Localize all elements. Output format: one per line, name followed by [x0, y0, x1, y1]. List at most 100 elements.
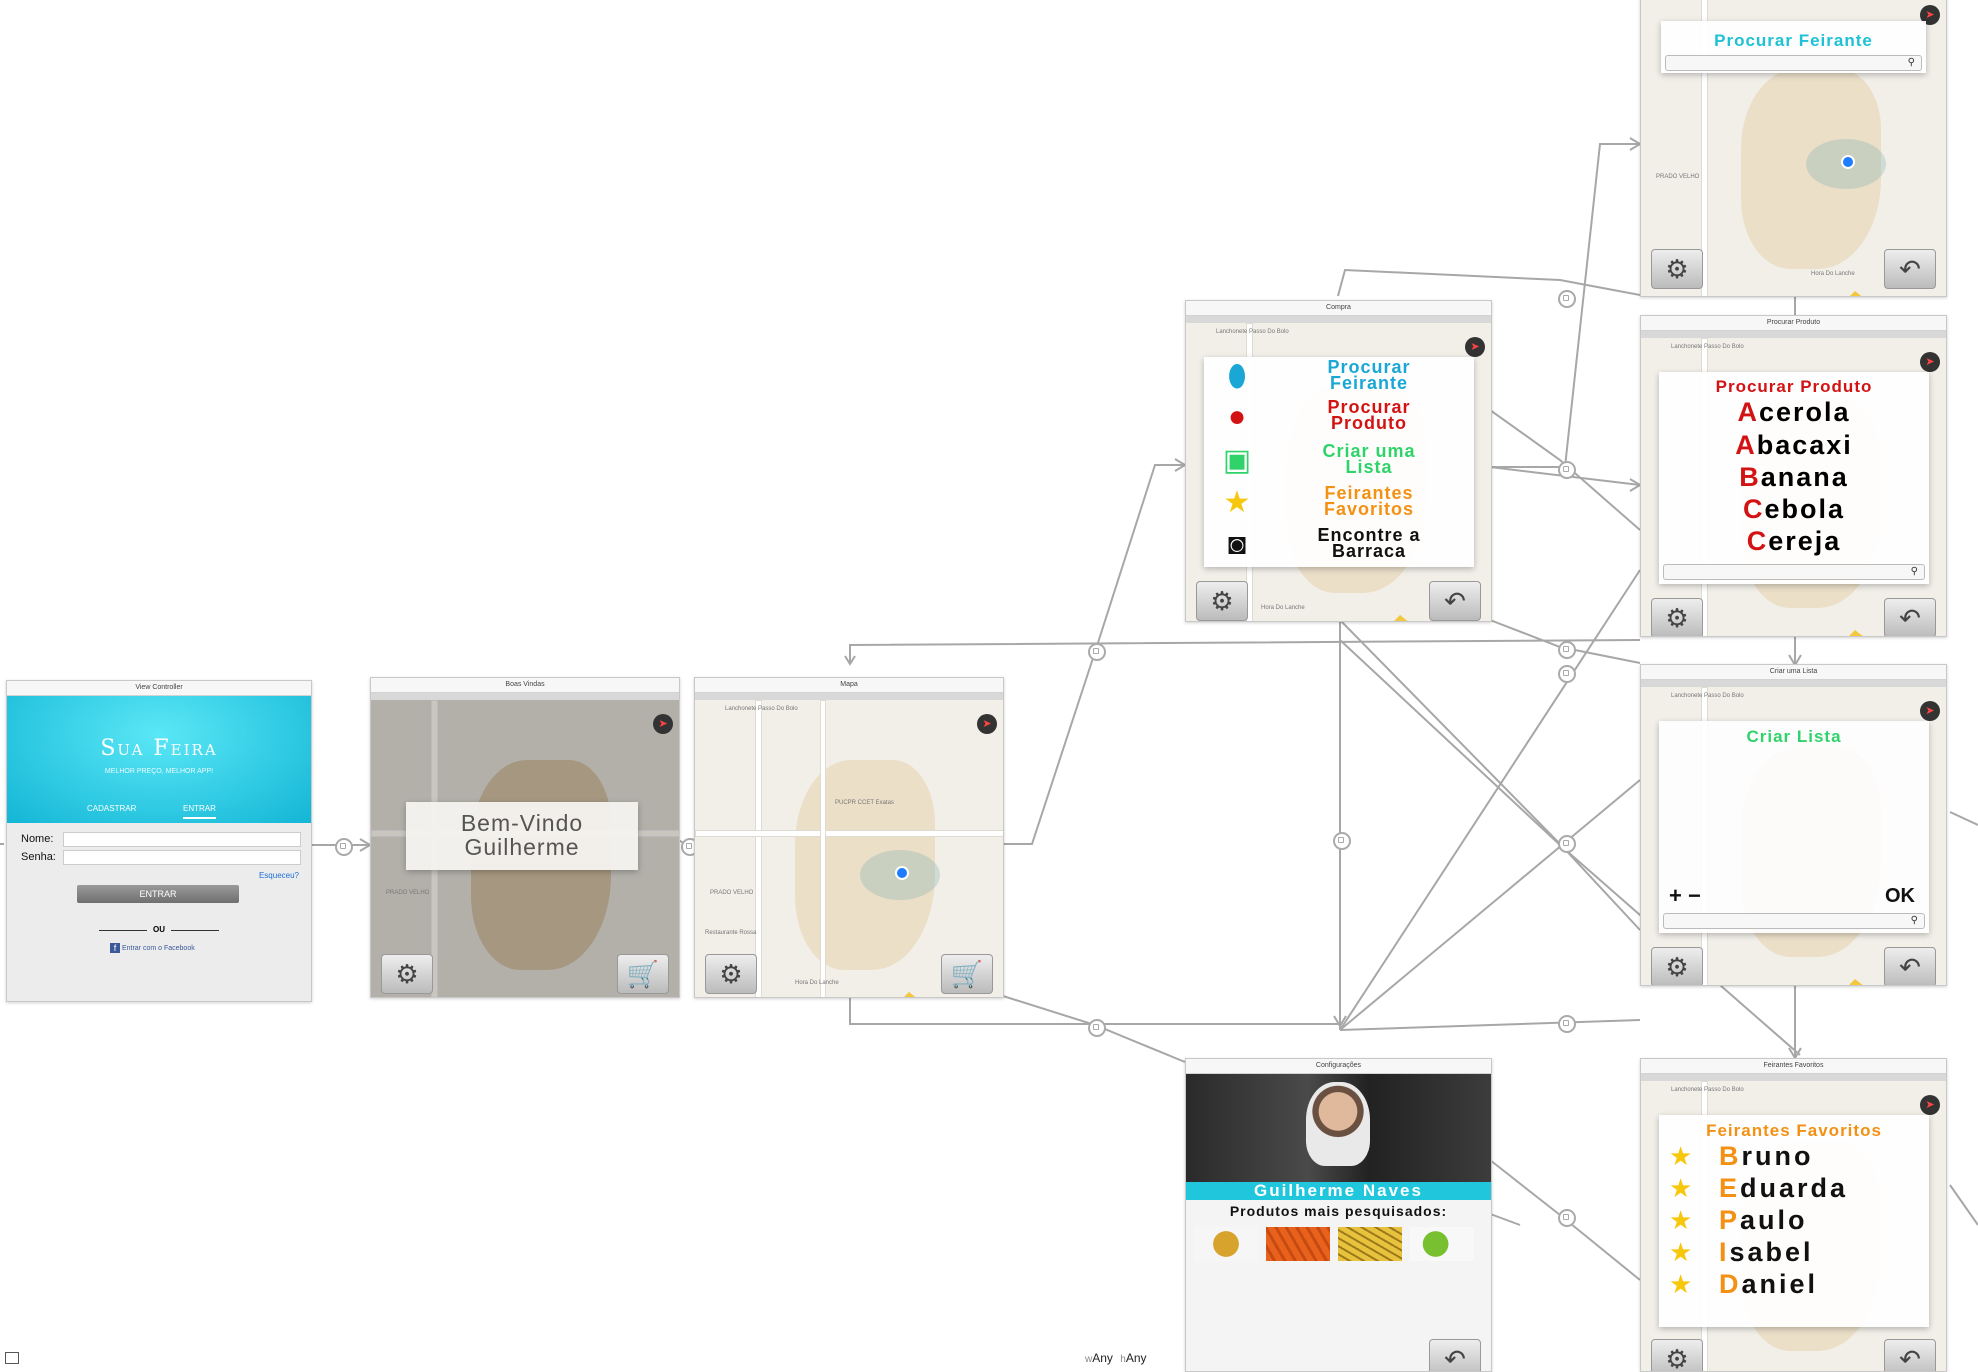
- settings-button[interactable]: ⚙: [1651, 249, 1703, 289]
- create-list-panel: Criar Lista + − OK ⚲: [1659, 721, 1929, 933]
- cart-icon: 🛒: [626, 959, 660, 989]
- favorite-vendor[interactable]: ★ Eduarda: [1659, 1173, 1929, 1205]
- limes-thumbnail[interactable]: [1410, 1227, 1474, 1261]
- back-arrow-icon: ↶: [1899, 952, 1921, 982]
- menu-label-line2: Barraca: [1331, 541, 1407, 561]
- scene-title: Compra: [1186, 301, 1491, 316]
- settings-button[interactable]: ⚙: [705, 954, 757, 994]
- product-item[interactable]: Acerola: [1659, 397, 1929, 428]
- favorite-vendor[interactable]: ★ Daniel: [1659, 1269, 1929, 1301]
- star-icon: ★: [1669, 1269, 1693, 1299]
- favorite-vendor[interactable]: ★ Bruno: [1659, 1141, 1929, 1173]
- segue-node[interactable]: [1558, 665, 1576, 683]
- status-bar: [1641, 680, 1946, 687]
- back-arrow-icon: ↶: [1444, 586, 1466, 616]
- tab-enter[interactable]: ENTRAR: [183, 804, 216, 819]
- back-button[interactable]: ↶: [1884, 1339, 1936, 1371]
- cart-button[interactable]: 🛒: [941, 954, 993, 994]
- search-product-heading: Procurar Produto: [1715, 377, 1873, 396]
- search-product-scene[interactable]: Procurar Produto Lanchonete Passo Do Bol…: [1640, 315, 1947, 637]
- segue-node[interactable]: [1558, 461, 1576, 479]
- product-initial: B: [1739, 462, 1761, 492]
- menu-item-search-product[interactable]: ● Procurar Produto: [1204, 397, 1474, 437]
- name-field[interactable]: [63, 832, 301, 847]
- scene-title: Procurar Produto: [1641, 316, 1946, 331]
- search-vendor-panel: Procurar Feirante ⚲: [1661, 21, 1926, 73]
- product-rest: cerola: [1758, 397, 1851, 427]
- cart-button[interactable]: 🛒: [617, 954, 669, 994]
- settings-button[interactable]: ⚙: [1651, 1339, 1703, 1371]
- pasta-thumbnail[interactable]: [1338, 1227, 1402, 1261]
- star-icon: ★: [1669, 1141, 1693, 1171]
- search-vendor-scene[interactable]: PRADO VELHO Hora Do Lanche ➤ Procurar Fe…: [1640, 0, 1947, 297]
- avatar: [1306, 1082, 1370, 1166]
- segue-node[interactable]: [1333, 832, 1351, 850]
- menu-item-favorites[interactable]: ★ Feirantes Favoritos: [1204, 483, 1474, 523]
- menu-item-search-vendor[interactable]: ⬮ Procurar Feirante: [1204, 357, 1474, 397]
- buy-menu: ⬮ Procurar Feirante ● Procurar Produto ▣ C…: [1204, 357, 1474, 567]
- facebook-icon: f: [110, 943, 120, 953]
- segue-node[interactable]: [1558, 1015, 1576, 1033]
- map-label: Lanchonete Passo Do Bolo: [1216, 329, 1289, 335]
- favorites-scene[interactable]: Feirantes Favoritos Lanchonete Passo Do …: [1640, 1058, 1947, 1372]
- segue-node[interactable]: [1088, 1019, 1106, 1037]
- scene-title: Criar uma Lista: [1641, 665, 1946, 680]
- app-tagline: MELHOR PREÇO, MELHOR APP!: [104, 768, 214, 775]
- status-bar: [371, 693, 679, 700]
- login-scene[interactable]: View Controller Sua Feira MELHOR PREÇO, …: [6, 680, 312, 1002]
- map-pin-icon: ⬮: [1227, 360, 1247, 393]
- ok-button[interactable]: OK: [1885, 885, 1915, 908]
- star-icon: ★: [1669, 1205, 1693, 1235]
- search-input[interactable]: ⚲: [1665, 55, 1922, 71]
- create-list-scene[interactable]: Criar uma Lista Lanchonete Passo Do Bolo…: [1640, 664, 1947, 986]
- segue-node[interactable]: [1558, 290, 1576, 308]
- back-button[interactable]: ↶: [1429, 1339, 1481, 1371]
- menu-item-create-list[interactable]: ▣ Criar uma Lista: [1204, 441, 1474, 481]
- compass-icon: ➤: [1920, 1095, 1940, 1115]
- settings-button[interactable]: ⚙: [1196, 581, 1248, 621]
- forgot-link[interactable]: Esqueceu?: [259, 871, 299, 880]
- enter-button[interactable]: ENTRAR: [77, 885, 239, 903]
- pineapple-thumbnail[interactable]: [1194, 1227, 1258, 1261]
- map-label: Hora Do Lanche: [795, 980, 839, 986]
- product-item[interactable]: Cebola: [1659, 494, 1929, 525]
- password-field[interactable]: [63, 850, 301, 865]
- welcome-scene[interactable]: Boas Vindas PRADO VELHO ➤ Bem-Vindo Guil…: [370, 677, 680, 998]
- segue-node[interactable]: [1558, 835, 1576, 853]
- settings-button[interactable]: ⚙: [1651, 947, 1703, 985]
- settings-button[interactable]: ⚙: [381, 954, 433, 994]
- gear-icon: ⚙: [1665, 952, 1689, 982]
- gear-icon: ⚙: [719, 959, 743, 989]
- vendor-rest: sabel: [1729, 1237, 1814, 1267]
- back-button[interactable]: ↶: [1884, 249, 1936, 289]
- tab-register[interactable]: CADASTRAR: [87, 804, 136, 813]
- segue-node[interactable]: [1558, 641, 1576, 659]
- back-button[interactable]: ↶: [1884, 598, 1936, 636]
- settings-button[interactable]: ⚙: [1651, 598, 1703, 636]
- segue-node[interactable]: [335, 838, 353, 856]
- segue-node[interactable]: [1558, 1209, 1576, 1227]
- settings-scene[interactable]: Configurações Guilherme Naves Produtos m…: [1185, 1058, 1492, 1372]
- product-item[interactable]: Abacaxi: [1659, 430, 1929, 461]
- facebook-login[interactable]: f Entrar com o Facebook: [110, 943, 195, 953]
- product-item[interactable]: Cereja: [1659, 526, 1929, 557]
- search-input[interactable]: ⚲: [1663, 913, 1925, 929]
- favorite-vendor[interactable]: ★ Paulo: [1659, 1205, 1929, 1237]
- outline-toggle-icon[interactable]: [5, 1352, 19, 1364]
- product-item[interactable]: Banana: [1659, 462, 1929, 493]
- buy-scene[interactable]: Compra Lanchonete Passo Do Bolo Hora Do …: [1185, 300, 1492, 622]
- welcome-panel: Bem-Vindo Guilherme: [406, 802, 638, 870]
- or-label: OU: [147, 925, 171, 934]
- back-button[interactable]: ↶: [1884, 947, 1936, 985]
- carrots-thumbnail[interactable]: [1266, 1227, 1330, 1261]
- segue-node[interactable]: [1088, 643, 1106, 661]
- compass-icon: ➤: [1920, 352, 1940, 372]
- map-scene[interactable]: Mapa Lanchonete Passo Do Bolo PUCPR CCET…: [694, 677, 1004, 998]
- search-input[interactable]: ⚲: [1663, 564, 1925, 580]
- back-button[interactable]: ↶: [1429, 581, 1481, 621]
- menu-item-find-stall[interactable]: ◙ Encontre a Barraca: [1204, 525, 1474, 565]
- compass-icon: ➤: [1465, 337, 1485, 357]
- size-class-indicator[interactable]: wAny hAny: [1085, 1351, 1147, 1365]
- favorite-vendor[interactable]: ★ Isabel: [1659, 1237, 1929, 1269]
- add-remove-buttons[interactable]: + −: [1669, 883, 1701, 909]
